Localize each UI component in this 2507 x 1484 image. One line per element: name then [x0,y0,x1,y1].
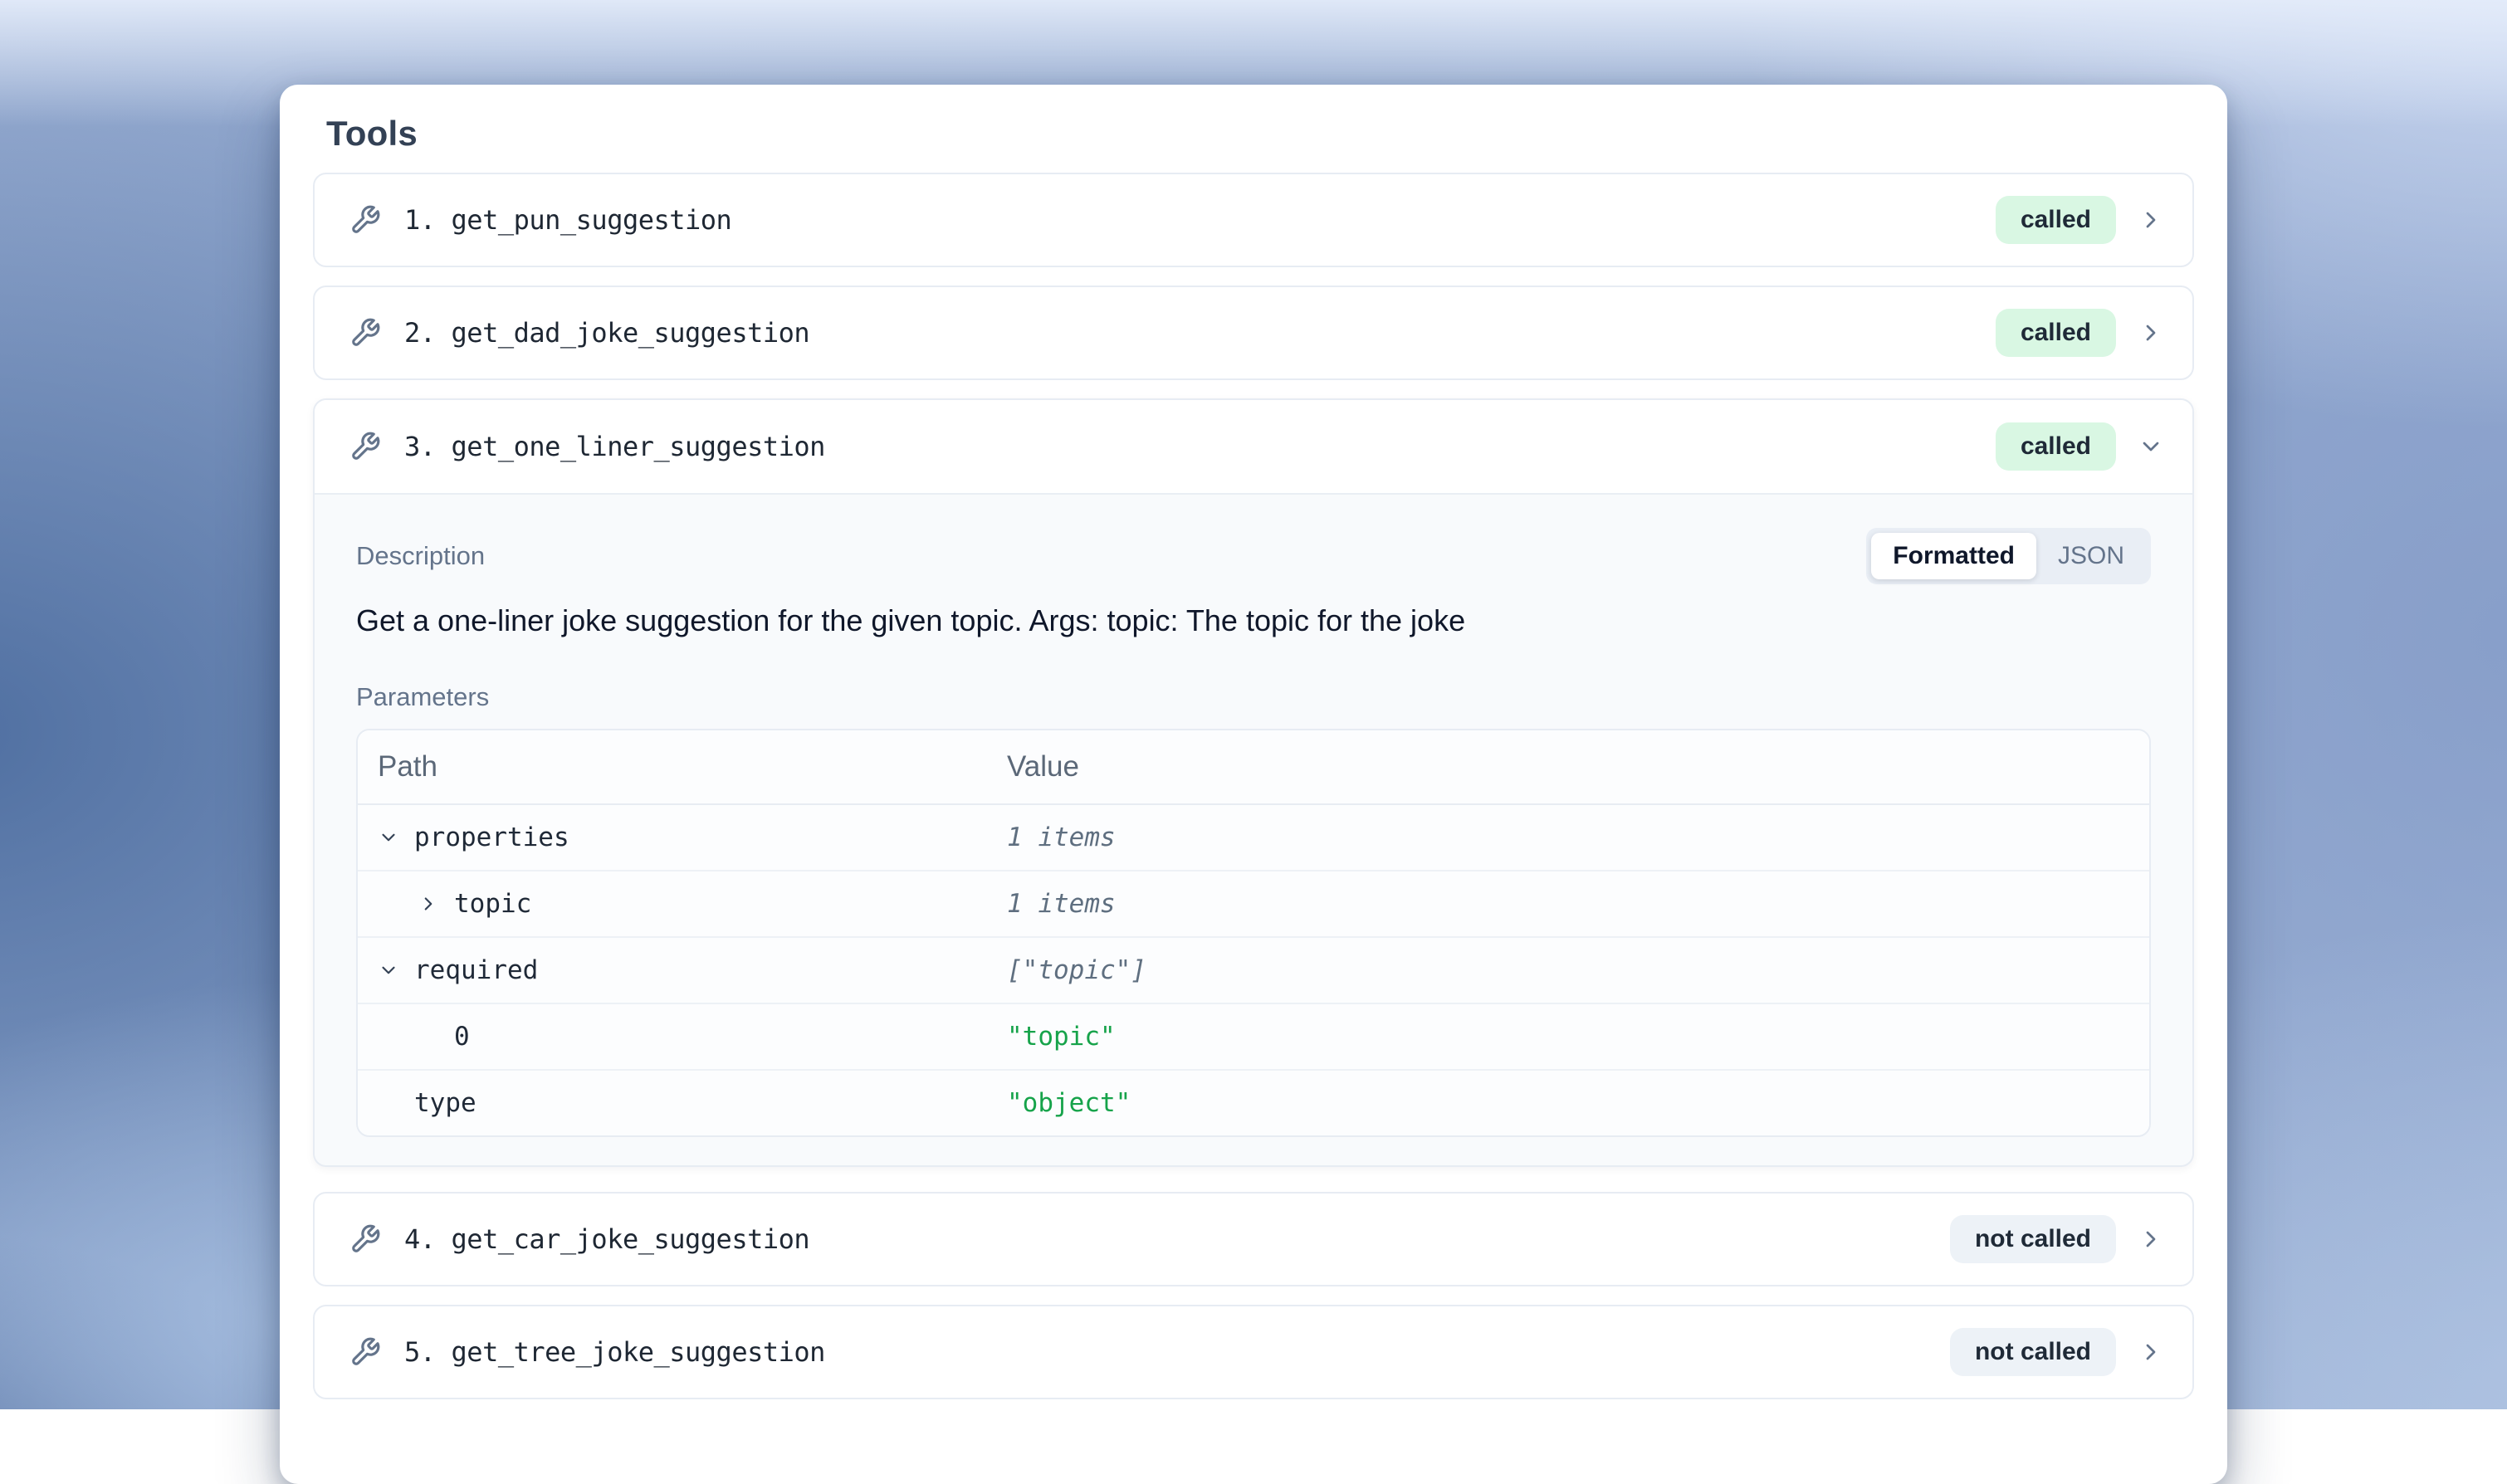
tool-name: 3.get_one_liner_suggestion [404,431,825,462]
wrench-icon [349,1336,381,1368]
status-badge: called [1996,422,2116,471]
path-value: ["topic"] [1007,955,2149,985]
path-key: required [414,955,538,985]
path-key: properties [414,823,569,852]
description-label: Description [356,541,485,571]
tool-name: 1.get_pun_suggestion [404,204,731,236]
tool-row-get_tree_joke_suggestion[interactable]: 5.get_tree_joke_suggestion not called [313,1305,2194,1399]
tool-row-get_car_joke_suggestion[interactable]: 4.get_car_joke_suggestion not called [313,1192,2194,1286]
chevron-right-icon [2138,320,2164,346]
tool-name: 2.get_dad_joke_suggestion [404,317,809,349]
formatted-toggle-button[interactable]: Formatted [1871,533,2036,579]
path-column-header: Path [358,750,1007,783]
status-badge: called [1996,196,2116,244]
tool-name: 5.get_tree_joke_suggestion [404,1336,825,1368]
chevron-right-icon [2138,1226,2164,1252]
tool-description: Get a one-liner joke suggestion for the … [356,603,2151,639]
status-badge: not called [1950,1328,2116,1376]
chevron-down-icon [2138,433,2164,460]
page-title: Tools [326,113,2194,154]
table-row-topic: topic 1 items [358,871,2149,938]
status-badge: not called [1950,1215,2116,1263]
view-toggle: Formatted JSON [1866,528,2151,584]
tools-card: Tools 1.get_pun_suggestion called 2.get_… [280,85,2227,1484]
chevron-right-icon [2138,1339,2164,1365]
table-row-required: required ["topic"] [358,938,2149,1004]
chevron-right-icon[interactable] [418,893,454,915]
path-key: type [414,1088,476,1118]
path-key: topic [454,889,531,919]
wrench-icon [349,317,381,349]
parameters-label: Parameters [356,682,2151,712]
path-key: 0 [454,1022,470,1052]
path-value: 1 items [1007,823,2149,852]
tool-detail-panel: Description Formatted JSON Get a one-lin… [315,495,2192,1165]
json-toggle-button[interactable]: JSON [2036,533,2146,579]
table-row-0: 0 "topic" [358,1004,2149,1071]
chevron-right-icon [2138,207,2164,233]
path-value: "topic" [1007,1022,2149,1052]
status-badge: called [1996,309,2116,357]
chevron-down-icon[interactable] [378,827,414,848]
tool-row-get_pun_suggestion[interactable]: 1.get_pun_suggestion called [313,173,2194,267]
chevron-down-icon[interactable] [378,959,414,981]
wrench-icon [349,1223,381,1255]
parameters-table-header: Path Value [358,730,2149,805]
path-value: "object" [1007,1088,2149,1118]
value-column-header: Value [1007,750,2149,783]
path-value: 1 items [1007,889,2149,919]
tool-name: 4.get_car_joke_suggestion [404,1223,809,1255]
tool-group-get_one_liner_suggestion: 3.get_one_liner_suggestion called Descri… [313,398,2194,1167]
tool-row-get_one_liner_suggestion[interactable]: 3.get_one_liner_suggestion called [315,400,2192,495]
wrench-icon [349,204,381,236]
table-row-type: type "object" [358,1071,2149,1135]
table-row-properties: properties 1 items [358,805,2149,871]
wrench-icon [349,431,381,462]
parameters-table: Path Value properties 1 items [356,729,2151,1137]
tool-row-get_dad_joke_suggestion[interactable]: 2.get_dad_joke_suggestion called [313,286,2194,380]
